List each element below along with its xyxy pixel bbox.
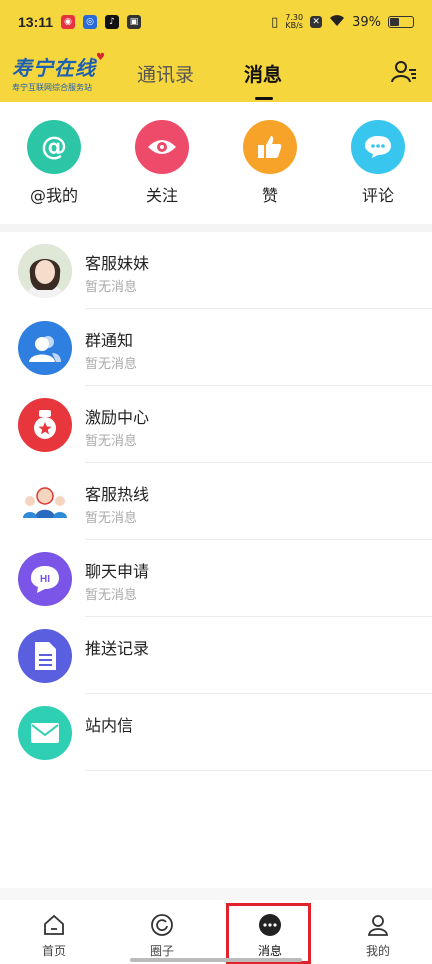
nav-label: 圈子	[149, 944, 174, 958]
list-item-group-notice[interactable]: 群通知 暂无消息	[0, 309, 432, 386]
wifi-icon	[329, 14, 345, 31]
brand-title: 寿宁在线	[12, 56, 96, 80]
status-bar: 13:11 ◉ ◎ ♪ ▣ ▯ 7.30 KB/s ✕ 39%	[0, 0, 432, 44]
status-time: 13:11	[18, 14, 54, 30]
hotline-icon	[18, 475, 72, 529]
list-item-push-records[interactable]: 推送记录	[0, 617, 432, 694]
list-item-chat-request[interactable]: HI 聊天申请 暂无消息	[0, 540, 432, 617]
list-item-customer-service[interactable]: 客服妹妹 暂无消息	[0, 232, 432, 309]
top-header: 寿宁在线 ♥ 寿宁互联网综合服务站 通讯录 消息	[0, 44, 432, 102]
section-divider	[0, 224, 432, 232]
list-item-subtitle: 暂无消息	[85, 357, 138, 372]
circle-icon	[149, 912, 175, 938]
nav-label: 我的	[365, 944, 390, 958]
list-item-subtitle: 暂无消息	[85, 280, 138, 295]
contacts-manage-icon[interactable]	[390, 58, 418, 86]
quick-action-likes[interactable]: 赞	[230, 120, 310, 206]
avatar	[18, 244, 72, 298]
sim-icon: ✕	[310, 16, 323, 28]
bottom-separator	[0, 888, 432, 900]
bottom-nav: 首页 圈子 消息 我的	[0, 900, 432, 964]
nav-profile[interactable]: 我的	[324, 900, 432, 964]
brand-subtitle: 寿宁互联网综合服务站	[12, 83, 92, 92]
notification-app-icon-2: ◎	[83, 15, 98, 29]
tab-contacts[interactable]: 通讯录	[137, 60, 194, 87]
list-item-title: 客服妹妹	[85, 254, 150, 273]
chat-hi-icon: HI	[18, 552, 72, 606]
home-icon	[41, 912, 67, 938]
message-list: 客服妹妹 暂无消息 群通知 暂无消息 激励中心 暂无消息 客服热线 暂无消息 H…	[0, 232, 432, 771]
quick-action-label: @我的	[29, 186, 78, 205]
nav-circle[interactable]: 圈子	[108, 900, 216, 964]
quick-action-label: 关注	[145, 186, 178, 205]
chat-hi-text: HI	[40, 574, 50, 585]
document-icon	[18, 629, 72, 683]
group-icon	[18, 321, 72, 375]
comment-icon	[351, 120, 405, 174]
medal-icon	[18, 398, 72, 452]
list-item-hotline[interactable]: 客服热线 暂无消息	[0, 463, 432, 540]
quick-action-comments[interactable]: 评论	[338, 120, 418, 206]
quick-action-follow[interactable]: 关注	[122, 120, 202, 206]
at-icon: @	[27, 120, 81, 174]
list-item-title: 客服热线	[85, 485, 150, 504]
list-item-incentive-center[interactable]: 激励中心 暂无消息	[0, 386, 432, 463]
tab-messages[interactable]: 消息	[244, 60, 282, 87]
highlight-box	[226, 903, 311, 964]
home-indicator[interactable]	[130, 958, 302, 962]
tiktok-icon: ♪	[105, 15, 120, 29]
list-item-title: 站内信	[85, 716, 134, 735]
quick-action-label: 赞	[261, 186, 278, 205]
mail-icon	[18, 706, 72, 760]
quick-action-at-me[interactable]: @ @我的	[14, 120, 94, 206]
network-speed: 7.30 KB/s	[285, 14, 303, 30]
nav-home[interactable]: 首页	[0, 900, 108, 964]
list-item-title: 推送记录	[85, 639, 150, 658]
nav-label: 首页	[41, 944, 66, 958]
thumbs-up-icon	[243, 120, 297, 174]
battery-percent: 39%	[352, 14, 381, 30]
list-item-subtitle: 暂无消息	[85, 588, 138, 603]
list-item-subtitle: 暂无消息	[85, 511, 138, 526]
list-item-title: 聊天申请	[85, 562, 150, 581]
notification-app-icon-3: ▣	[127, 15, 142, 29]
network-speed-unit: KB/s	[285, 21, 303, 30]
heart-icon: ♥	[96, 52, 105, 63]
list-item-title: 激励中心	[85, 408, 150, 427]
active-tab-indicator	[255, 97, 273, 100]
list-item-site-mail[interactable]: 站内信	[0, 694, 432, 771]
notification-app-icon: ◉	[61, 15, 76, 29]
list-item-title: 群通知	[85, 331, 134, 350]
quick-actions: @ @我的 关注 赞 评论	[0, 102, 432, 224]
brand-logo: 寿宁在线 ♥ 寿宁互联网综合服务站	[12, 52, 107, 93]
list-item-subtitle: 暂无消息	[85, 434, 138, 449]
profile-icon	[365, 912, 391, 938]
vibrate-icon: ▯	[271, 14, 279, 30]
battery-icon	[388, 16, 414, 28]
quick-action-label: 评论	[361, 186, 394, 205]
divider	[85, 770, 432, 771]
eye-icon	[135, 120, 189, 174]
